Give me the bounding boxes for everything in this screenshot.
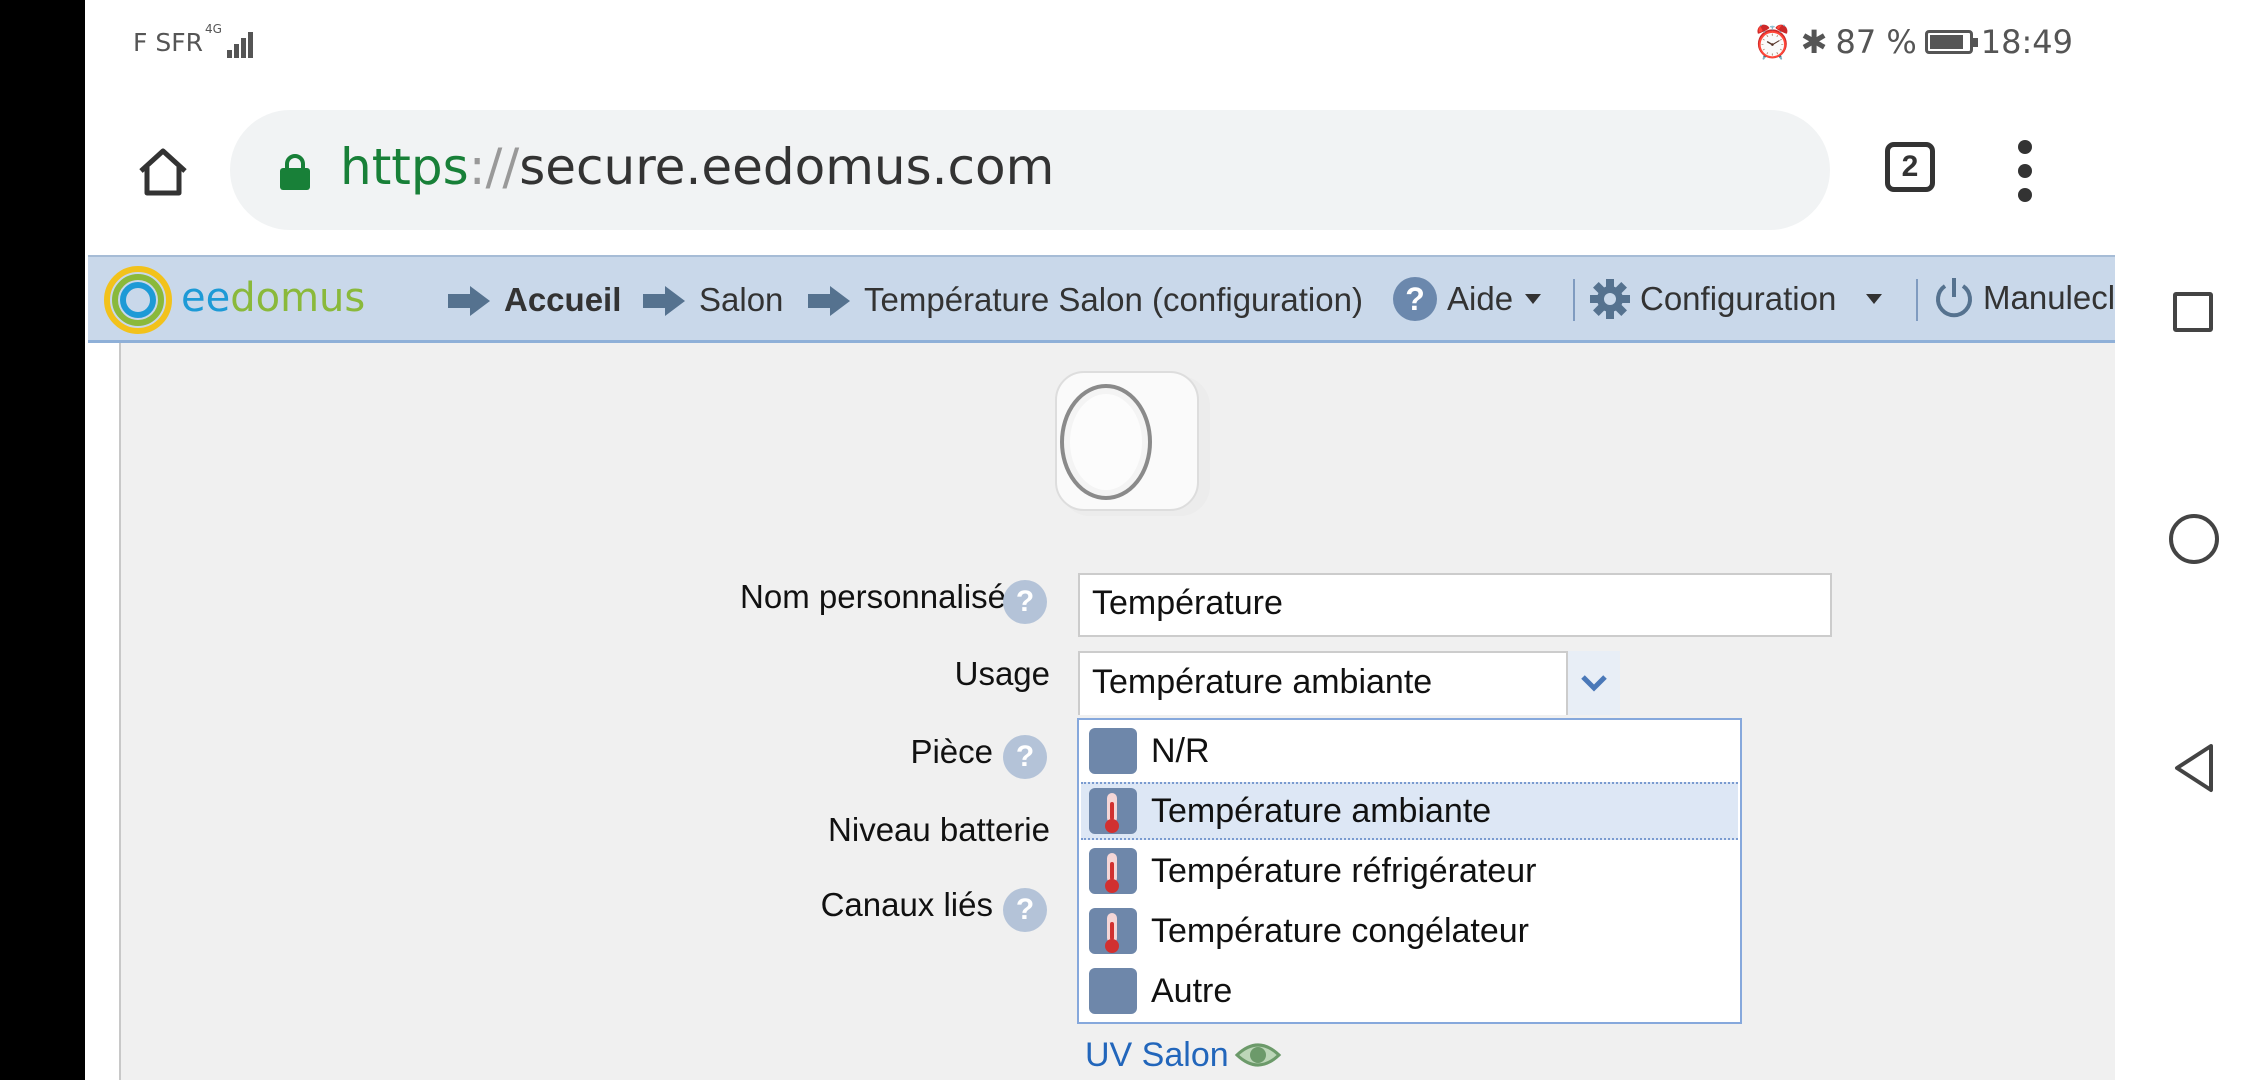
thermometer-icon bbox=[1089, 848, 1137, 894]
recents-icon[interactable] bbox=[2173, 292, 2213, 332]
help-icon[interactable]: ? bbox=[1003, 580, 1047, 624]
network-type: 4G bbox=[205, 22, 222, 36]
eye-icon[interactable] bbox=[1234, 1035, 1282, 1075]
gear-icon bbox=[1590, 279, 1630, 319]
help-icon[interactable]: ? bbox=[1003, 888, 1047, 932]
usage-label: Usage bbox=[954, 655, 1050, 692]
app-header: eedomus Accueil Salon Température Salon … bbox=[88, 255, 2115, 343]
signal-icon bbox=[227, 28, 257, 58]
tab-switcher-button[interactable]: 2 bbox=[1885, 142, 1935, 192]
crumb-current[interactable]: Température Salon (configuration) bbox=[808, 281, 1363, 319]
left-bezel bbox=[0, 0, 85, 1080]
chevron-down-icon[interactable] bbox=[1566, 651, 1620, 715]
battery-percent: 87 % bbox=[1835, 23, 1917, 61]
chevron-down-icon bbox=[1866, 294, 1883, 304]
name-label: Nom personnalisé bbox=[740, 578, 1006, 615]
blank-icon bbox=[1089, 728, 1137, 774]
url-bar[interactable]: https://secure.eedomus.com bbox=[230, 110, 1830, 230]
carrier-name: F SFR bbox=[133, 28, 203, 57]
usage-option-refrigerateur[interactable]: Température réfrigérateur bbox=[1081, 842, 1738, 900]
linked-channel-uv-salon[interactable]: UV Salon bbox=[1085, 1036, 1229, 1075]
divider bbox=[1573, 279, 1575, 321]
system-nav-bar bbox=[2115, 0, 2244, 1080]
eedomus-logo[interactable] bbox=[103, 265, 173, 335]
browser-toolbar: https://secure.eedomus.com 2 bbox=[85, 85, 2115, 255]
arrow-right-icon bbox=[448, 286, 492, 316]
home-icon[interactable] bbox=[127, 135, 199, 207]
crumb-accueil[interactable]: Accueil bbox=[448, 281, 621, 319]
chevron-down-icon bbox=[1525, 294, 1542, 304]
name-input[interactable]: Température bbox=[1078, 573, 1832, 637]
usage-option-nr[interactable]: N/R bbox=[1081, 722, 1738, 780]
back-icon[interactable] bbox=[2171, 742, 2217, 794]
more-vert-icon[interactable] bbox=[2015, 140, 2035, 204]
alarm-icon: ⏰ bbox=[1752, 23, 1793, 61]
usage-option-ambiante[interactable]: Température ambiante bbox=[1081, 782, 1738, 840]
bluetooth-icon: ✱ bbox=[1800, 23, 1828, 61]
linked-channels-label: Canaux liés bbox=[820, 886, 993, 923]
arrow-right-icon bbox=[643, 286, 687, 316]
help-menu[interactable]: ? Aide bbox=[1393, 277, 1542, 321]
user-menu[interactable]: Manulecl bbox=[1931, 275, 2115, 321]
power-icon bbox=[1936, 278, 1972, 318]
usage-dropdown-list: N/R Température ambiante Température réf… bbox=[1077, 718, 1742, 1024]
crumb-salon[interactable]: Salon bbox=[643, 281, 783, 319]
arrow-right-icon bbox=[808, 286, 852, 316]
blank-icon bbox=[1089, 968, 1137, 1014]
usage-option-congelateur[interactable]: Température congélateur bbox=[1081, 902, 1738, 960]
help-icon: ? bbox=[1393, 277, 1437, 321]
usage-select[interactable]: Température ambiante bbox=[1078, 651, 1618, 715]
battery-icon bbox=[1924, 30, 1978, 54]
logo-text[interactable]: eedomus bbox=[181, 275, 365, 321]
configuration-menu[interactable]: Configuration bbox=[1588, 277, 1883, 321]
thermometer-icon bbox=[1089, 788, 1137, 834]
battery-level-label: Niveau batterie bbox=[828, 811, 1050, 848]
status-right: ⏰ ✱ 87 % 18:49 bbox=[1753, 23, 2073, 61]
url-text: https://secure.eedomus.com bbox=[340, 138, 1055, 196]
status-bar: F SFR 4G ⏰ ✱ 87 % 18:49 bbox=[85, 0, 2115, 85]
usage-option-autre[interactable]: Autre bbox=[1081, 962, 1738, 1020]
home-nav-icon[interactable] bbox=[2169, 514, 2219, 564]
thermometer-icon bbox=[1089, 908, 1137, 954]
help-icon[interactable]: ? bbox=[1003, 735, 1047, 779]
room-label: Pièce bbox=[910, 733, 993, 770]
clock: 18:49 bbox=[1980, 23, 2073, 61]
device-image bbox=[1055, 371, 1210, 516]
divider bbox=[1916, 279, 1918, 321]
lock-icon bbox=[280, 154, 310, 190]
